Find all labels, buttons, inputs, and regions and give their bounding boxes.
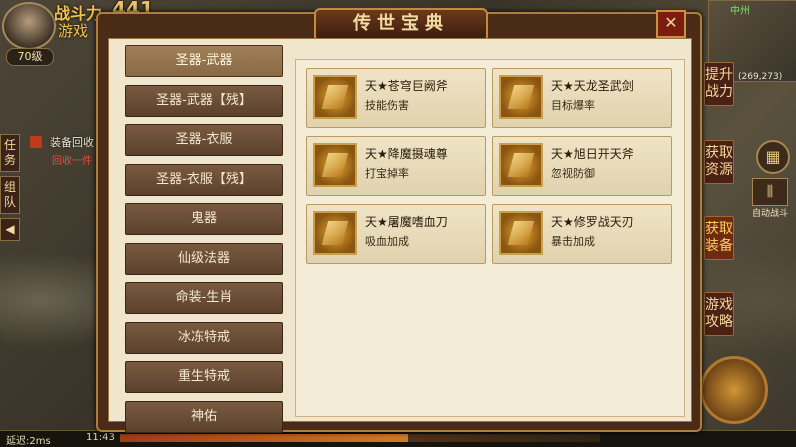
latency-text: 延迟:2ms (6, 436, 51, 447)
item-card[interactable]: 天★天龙圣武剑 目标爆率 (492, 68, 672, 128)
item-card[interactable]: 天★苍穹巨阙斧 技能伤害 (306, 68, 486, 128)
collapse-arrow-icon[interactable]: ◀ (0, 218, 20, 241)
axe-icon (313, 75, 357, 119)
category-blessing[interactable]: 神佑 (125, 400, 283, 433)
blade-icon (313, 211, 357, 255)
item-desc: 忽视防御 (551, 167, 595, 180)
minimap-zone: 中州 (730, 6, 750, 17)
blade-icon (499, 211, 543, 255)
menu-grid-icon[interactable]: ▦ (756, 140, 790, 174)
item-name: 天★旭日开天斧 (551, 147, 634, 161)
tab-get-equipment[interactable]: 获取装备 (704, 216, 734, 260)
category-sacred-armor-broken[interactable]: 圣器-衣服【残】 (125, 163, 283, 196)
item-card[interactable]: 天★旭日开天斧 忽视防御 (492, 136, 672, 196)
item-desc: 吸血加成 (365, 235, 409, 248)
staff-icon (313, 143, 357, 187)
dialog-title: 传世宝典 (314, 8, 488, 42)
close-button[interactable]: ✕ (656, 10, 686, 38)
auto-battle-icon[interactable]: ⫼ (752, 178, 788, 206)
tab-team[interactable]: 组队 (0, 176, 20, 214)
item-name: 天★天龙圣武剑 (551, 79, 634, 93)
item-name: 天★修罗战天刃 (551, 215, 634, 229)
equip-recycle-label[interactable]: 装备回收 (50, 134, 94, 150)
tab-get-resources[interactable]: 获取资源 (704, 140, 734, 184)
category-immortal-artifact[interactable]: 仙级法器 (125, 242, 283, 275)
tab-quest[interactable]: 任务 (0, 134, 20, 172)
tab-game-guide[interactable]: 游戏攻略 (704, 292, 734, 336)
minimap-coords: (269,273) (738, 72, 783, 82)
category-frost-ring[interactable]: 冰冻特戒 (125, 321, 283, 354)
category-rebirth-ring[interactable]: 重生特戒 (125, 361, 283, 393)
recycle-icon (30, 136, 42, 148)
attack-skill-button[interactable] (700, 356, 768, 424)
auto-battle-label: 自动战斗 (752, 209, 789, 219)
item-desc: 目标爆率 (551, 99, 595, 112)
axe-icon (499, 143, 543, 187)
item-card[interactable]: 天★降魔摄魂尊 打宝掉率 (306, 136, 486, 196)
item-card[interactable]: 天★修罗战天刃 暴击加成 (492, 204, 672, 264)
category-zodiac-gear[interactable]: 命装-生肖 (125, 282, 283, 314)
item-name: 天★降魔摄魂尊 (365, 147, 448, 161)
item-card[interactable]: 天★屠魔嗜血刀 吸血加成 (306, 204, 486, 264)
tab-boost-power[interactable]: 提升战力 (704, 62, 734, 106)
dialog-body: 圣器-武器 圣器-武器【残】 圣器-衣服 圣器-衣服【残】 鬼器 仙级法器 命装… (108, 38, 692, 433)
category-sacred-armor[interactable]: 圣器-衣服 (125, 124, 283, 156)
sword-icon (499, 75, 543, 119)
item-grid: 天★苍穹巨阙斧 技能伤害 天★天龙圣武剑 目标爆率 天★降魔摄魂尊 打宝掉率 天… (295, 59, 685, 417)
category-ghost-gear[interactable]: 鬼器 (125, 203, 283, 235)
category-sacred-weapon-broken[interactable]: 圣器-武器【残】 (125, 84, 283, 117)
item-desc: 暴击加成 (551, 235, 595, 248)
clock-text: 11:43 (86, 432, 115, 443)
item-desc: 技能伤害 (365, 99, 409, 112)
left-tab-bar: 任务 组队 ◀ (0, 134, 20, 245)
player-avatar[interactable] (2, 2, 56, 50)
item-desc: 打宝掉率 (365, 167, 409, 180)
player-subtitle: 游戏 (58, 22, 89, 40)
category-list: 圣器-武器 圣器-武器【残】 圣器-衣服 圣器-衣服【残】 鬼器 仙级法器 命装… (125, 45, 285, 440)
item-name: 天★苍穹巨阙斧 (365, 79, 448, 93)
item-name: 天★屠魔嗜血刀 (365, 215, 448, 229)
equip-recycle-sub: 回收一件 (52, 156, 92, 167)
treasure-book-dialog: 传世宝典 ✕ 圣器-武器 圣器-武器【残】 圣器-衣服 圣器-衣服【残】 鬼器 … (96, 8, 702, 433)
player-level: 70级 (6, 48, 54, 66)
category-sacred-weapon[interactable]: 圣器-武器 (125, 45, 283, 77)
